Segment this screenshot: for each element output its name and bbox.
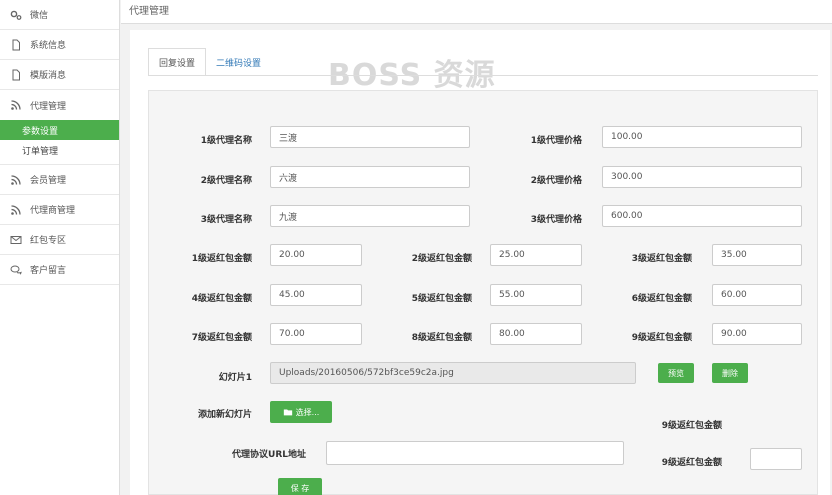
sidebar-item-label: 模版消息	[30, 71, 67, 81]
sidebar-item-agent-management[interactable]: 代理管理	[0, 90, 119, 120]
agent-name-2-label: 2级代理名称	[200, 176, 252, 186]
rebate-5-label: 5级返红包金额	[411, 294, 472, 304]
sidebar-subitem-parameter-settings[interactable]: 参数设置	[0, 120, 119, 140]
rss-icon	[10, 204, 22, 216]
sidebar-submenu: 参数设置 订单管理	[0, 120, 119, 165]
sidebar-subitem-order-management[interactable]: 订单管理	[0, 140, 119, 160]
rebate-6-label: 6级返红包金额	[631, 294, 692, 304]
sidebar-item-label: 微信	[30, 11, 49, 21]
protocol-url-label: 代理协议URL地址	[232, 450, 306, 460]
agent-price-3-input[interactable]: 600.00	[602, 205, 802, 227]
rebate-5-input[interactable]: 55.00	[490, 284, 582, 306]
extra-rebate-label-a: 9级返红包金额	[661, 421, 722, 431]
sidebar-item-red-packet-zone[interactable]: 红包专区	[0, 225, 119, 255]
agent-name-2-input[interactable]: 六渡	[270, 166, 470, 188]
sidebar-item-label: 代理管理	[30, 101, 67, 112]
slide-label: 幻灯片1	[218, 373, 252, 383]
rebate-8-label: 8级返红包金额	[411, 333, 472, 343]
sidebar-item-customer-messages[interactable]: 客户留言	[0, 255, 119, 285]
preview-button[interactable]: 预览	[658, 363, 694, 383]
rss-icon	[10, 174, 22, 186]
sidebar-item-template-message[interactable]: 模版消息	[0, 60, 119, 90]
agent-name-3-label: 3级代理名称	[200, 215, 252, 225]
rebate-6-input[interactable]: 60.00	[712, 284, 802, 306]
rebate-1-label: 1级返红包金额	[191, 254, 252, 264]
add-slide-label: 添加新幻灯片	[197, 410, 252, 420]
extra-rebate-input[interactable]	[750, 448, 802, 470]
agent-name-3-input[interactable]: 九渡	[270, 205, 470, 227]
sidebar-item-label: 红包专区	[30, 236, 67, 246]
sidebar-item-wechat[interactable]: 微信	[0, 0, 119, 30]
delete-button[interactable]: 删除	[712, 363, 748, 383]
rebate-4-label: 4级返红包金额	[191, 294, 252, 304]
rebate-2-input[interactable]: 25.00	[490, 244, 582, 266]
rebate-9-label: 9级返红包金额	[631, 333, 692, 343]
file-icon	[10, 69, 22, 81]
save-button[interactable]: 保 存	[278, 478, 322, 495]
choose-file-button[interactable]: 选择...	[270, 401, 332, 423]
sidebar-subitem-label: 订单管理	[22, 146, 59, 157]
folder-open-icon	[283, 409, 292, 416]
sidebar-item-member-management[interactable]: 会员管理	[0, 165, 119, 195]
tab-divider	[148, 75, 818, 76]
file-icon	[10, 39, 22, 51]
rebate-4-input[interactable]: 45.00	[270, 284, 362, 306]
sidebar-item-system-info[interactable]: 系统信息	[0, 30, 119, 60]
rebate-3-input[interactable]: 35.00	[712, 244, 802, 266]
tab-reply-settings[interactable]: 回复设置	[148, 48, 207, 76]
agent-price-2-input[interactable]: 300.00	[602, 166, 802, 188]
sidebar-item-label: 代理商管理	[30, 206, 76, 216]
sidebar: 微信 系统信息 模版消息 代理管理 参数设置 订单管理 会员管理 代理商管理 红…	[0, 0, 120, 495]
sidebar-item-label: 会员管理	[30, 176, 67, 186]
extra-rebate-label-b: 9级返红包金额	[661, 458, 722, 468]
rebate-7-label: 7级返红包金额	[191, 333, 252, 343]
agent-price-1-input[interactable]: 100.00	[602, 126, 802, 148]
tab-qrcode-settings[interactable]: 二维码设置	[206, 48, 271, 76]
choose-file-label: 选择...	[295, 407, 320, 417]
sidebar-subitem-label: 参数设置	[22, 126, 59, 137]
protocol-url-input[interactable]	[326, 441, 624, 465]
comments-icon	[10, 264, 22, 276]
rss-icon	[10, 99, 22, 111]
agent-name-1-input[interactable]: 三渡	[270, 126, 470, 148]
agent-price-1-label: 1级代理价格	[530, 136, 582, 146]
rebate-9-input[interactable]: 90.00	[712, 323, 802, 345]
agent-price-3-label: 3级代理价格	[530, 215, 582, 225]
agent-price-2-label: 2级代理价格	[530, 176, 582, 186]
rebate-2-label: 2级返红包金额	[411, 254, 472, 264]
top-bar: 代理管理	[121, 0, 832, 24]
rebate-1-input[interactable]: 20.00	[270, 244, 362, 266]
agent-name-1-label: 1级代理名称	[200, 136, 252, 146]
slide-path-field[interactable]: Uploads/20160506/572bf3ce59c2a.jpg	[270, 362, 636, 384]
page-title: 代理管理	[129, 6, 169, 17]
watermark: BOSS 资源	[328, 58, 496, 93]
rebate-8-input[interactable]: 80.00	[490, 323, 582, 345]
gears-icon	[10, 9, 22, 21]
tab-bar: 回复设置 二维码设置	[148, 48, 271, 76]
rebate-3-label: 3级返红包金额	[631, 254, 692, 264]
envelope-icon	[10, 234, 22, 246]
sidebar-item-agent-business-management[interactable]: 代理商管理	[0, 195, 119, 225]
sidebar-item-label: 客户留言	[30, 266, 67, 276]
rebate-7-input[interactable]: 70.00	[270, 323, 362, 345]
sidebar-item-label: 系统信息	[30, 41, 67, 51]
